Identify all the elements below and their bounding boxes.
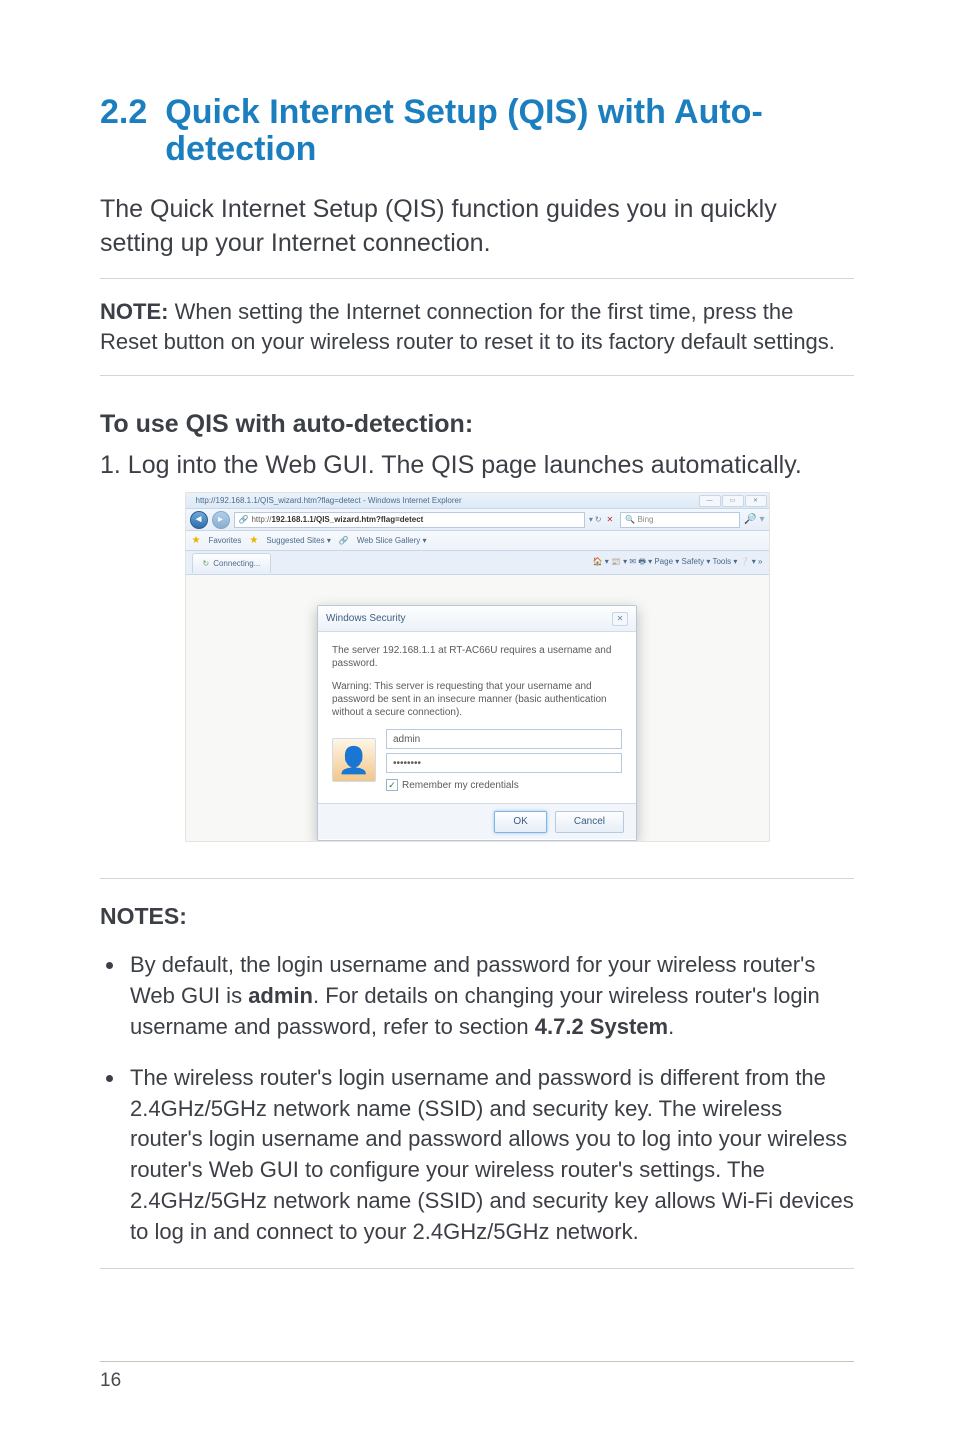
notes-top-rule	[100, 878, 854, 879]
forward-button[interactable]: ▸	[212, 511, 230, 529]
command-toolbar[interactable]: 🏠 ▾ 📰 ▾ ✉ 🖶 ▾ Page ▾ Safety ▾ Tools ▾ ❔ …	[593, 556, 763, 570]
back-button[interactable]: ◄	[190, 511, 208, 529]
password-input[interactable]: ••••••••	[386, 753, 622, 773]
remember-label: Remember my credentials	[402, 780, 519, 791]
credential-row: 👤 admin •••••••• ✓ Remember my credentia…	[332, 729, 622, 791]
note-text: When setting the Internet connection for…	[100, 299, 835, 354]
dialog-titlebar: Windows Security ✕	[318, 606, 636, 632]
note-box: NOTE: When setting the Internet connecti…	[100, 287, 854, 366]
ok-button[interactable]: OK	[494, 811, 546, 833]
address-prefix: http://	[251, 515, 271, 524]
tab-bar: ↻ Connecting... 🏠 ▾ 📰 ▾ ✉ 🖶 ▾ Page ▾ Saf…	[186, 551, 769, 575]
notes-heading: NOTES:	[100, 903, 854, 930]
window-buttons: — ▭ ✕	[699, 495, 767, 507]
address-input[interactable]: 🔗 http://192.168.1.1/QIS_wizard.htm?flag…	[234, 512, 585, 528]
favorites-bar: ★ Favorites ★ Suggested Sites ▾ 🔗 Web Sl…	[186, 531, 769, 551]
section-title-line1: Quick Internet Setup (QIS) with Auto-	[165, 93, 763, 131]
notes-bottom-rule	[100, 1268, 854, 1269]
fav-icon-2: 🔗	[339, 536, 349, 545]
fav-link-webslice[interactable]: Web Slice Gallery ▾	[357, 536, 427, 545]
favorites-star-icon[interactable]: ★	[192, 535, 201, 546]
address-bar-row: ◄ ▸ 🔗 http://192.168.1.1/QIS_wizard.htm?…	[186, 509, 769, 531]
footer-rule	[100, 1361, 854, 1362]
intro-text: The Quick Internet Setup (QIS) function …	[100, 193, 854, 261]
dialog-text-1: The server 192.168.1.1 at RT-AC66U requi…	[332, 644, 622, 670]
dialog-text-2: Warning: This server is requesting that …	[332, 680, 622, 719]
username-input[interactable]: admin	[386, 729, 622, 749]
credential-inputs: admin •••••••• ✓ Remember my credentials	[386, 729, 622, 791]
window-titlebar: http://192.168.1.1/QIS_wizard.htm?flag=d…	[186, 493, 769, 509]
note-bullet-2: The wireless router's login username and…	[126, 1063, 854, 1248]
note-bottom-rule	[100, 375, 854, 376]
dialog-title: Windows Security	[326, 613, 405, 624]
user-avatar-icon: 👤	[332, 738, 376, 782]
note-bullet-1: By default, the login username and passw…	[126, 950, 854, 1042]
address-controls: ▾ ↻ ✕	[589, 515, 616, 524]
close-button[interactable]: ✕	[745, 495, 767, 507]
notes-list: By default, the login username and passw…	[100, 950, 854, 1247]
auth-dialog: Windows Security ✕ The server 192.168.1.…	[317, 605, 637, 841]
window-title: http://192.168.1.1/QIS_wizard.htm?flag=d…	[188, 496, 462, 505]
maximize-button[interactable]: ▭	[722, 495, 744, 507]
screenshot-ie-window: http://192.168.1.1/QIS_wizard.htm?flag=d…	[185, 492, 770, 842]
content-area: Windows Security ✕ The server 192.168.1.…	[186, 575, 769, 841]
tab-refresh-icon: ↻	[203, 559, 210, 568]
fav-icon-1: ★	[249, 535, 258, 546]
note-label: NOTE:	[100, 299, 168, 324]
refresh-icon[interactable]: ↻	[595, 515, 602, 524]
remember-checkbox-row[interactable]: ✓ Remember my credentials	[386, 779, 622, 791]
address-url: 192.168.1.1/QIS_wizard.htm?flag=detect	[271, 515, 423, 524]
fav-link-suggested[interactable]: Suggested Sites ▾	[266, 536, 331, 545]
globe-icon: 🔗	[239, 515, 249, 524]
search-icon: 🔍	[625, 515, 635, 524]
page-number: 16	[100, 1370, 121, 1392]
favorites-label: Favorites	[208, 536, 241, 545]
search-input[interactable]: 🔍 Bing	[620, 512, 740, 528]
dialog-footer: OK Cancel	[318, 803, 636, 839]
sub-heading: To use QIS with auto-detection:	[100, 410, 854, 439]
step-1: 1. Log into the Web GUI. The QIS page la…	[100, 449, 854, 483]
cancel-button[interactable]: Cancel	[555, 811, 624, 833]
stop-icon[interactable]: ✕	[604, 515, 617, 524]
section-number: 2.2	[100, 94, 147, 131]
section-title: 2.2 Quick Internet Setup (QIS) with Auto-…	[100, 94, 854, 169]
minimize-button[interactable]: —	[699, 495, 721, 507]
tab-connecting[interactable]: ↻ Connecting...	[192, 553, 272, 573]
section-title-line2: detection	[165, 130, 316, 168]
search-placeholder: Bing	[637, 515, 653, 524]
tab-label: Connecting...	[213, 559, 260, 568]
dialog-body: The server 192.168.1.1 at RT-AC66U requi…	[318, 632, 636, 803]
dropdown-icon[interactable]: ▾	[589, 515, 593, 524]
search-magnifier-icon[interactable]: 🔎 ▾	[744, 514, 764, 525]
note-top-rule	[100, 278, 854, 279]
dialog-close-button[interactable]: ✕	[612, 612, 628, 626]
checkbox-icon: ✓	[386, 779, 398, 791]
